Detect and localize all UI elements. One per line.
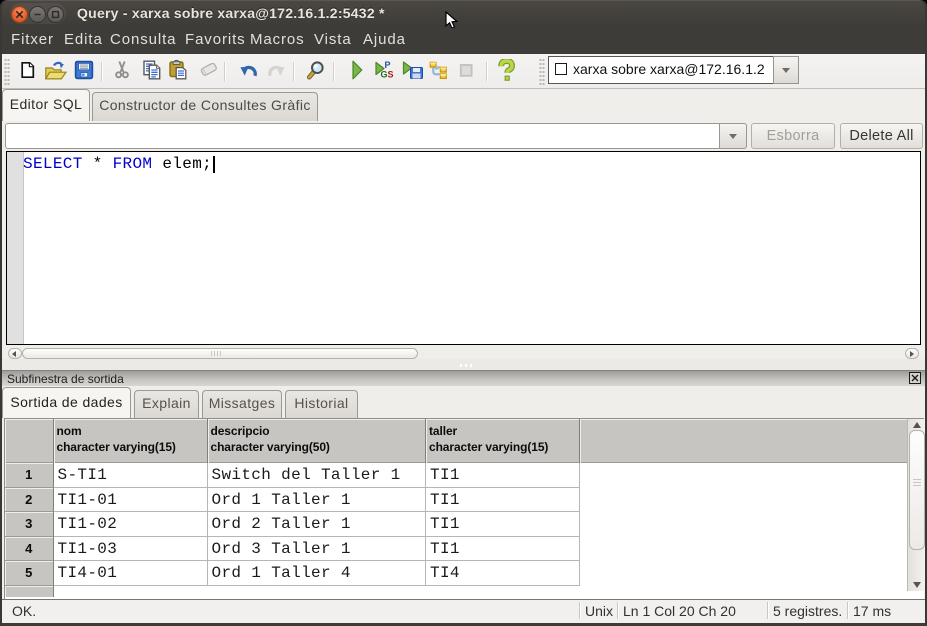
svg-text:G: G xyxy=(381,70,388,80)
svg-text:S: S xyxy=(388,70,394,80)
svg-text:P: P xyxy=(385,60,391,70)
